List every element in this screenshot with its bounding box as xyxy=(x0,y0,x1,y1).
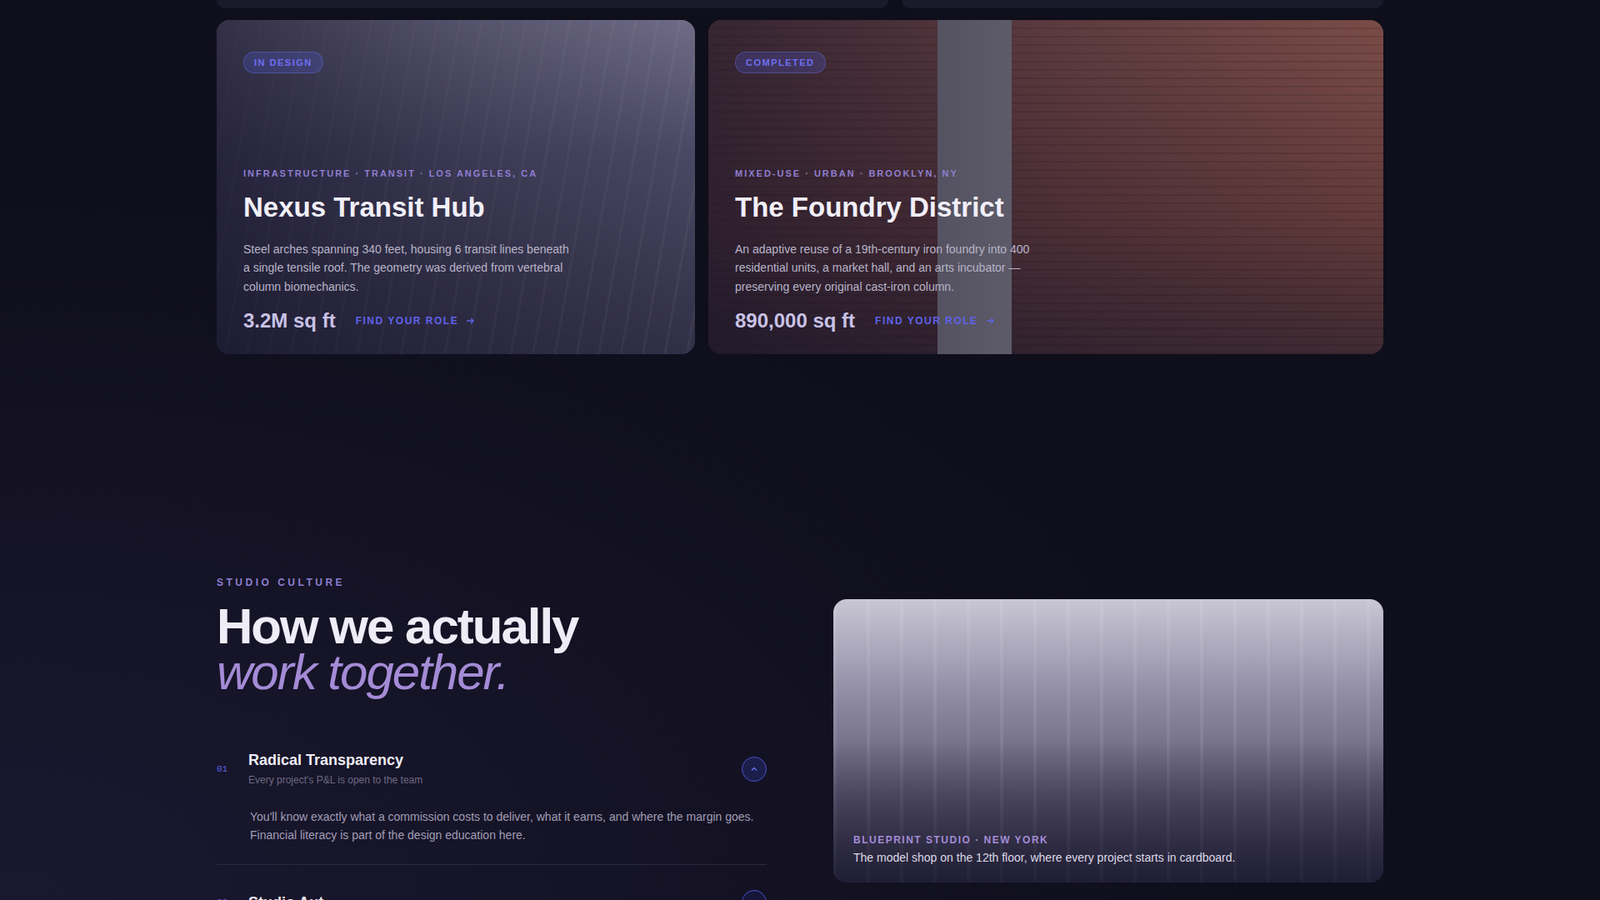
arrow-right-icon xyxy=(985,315,995,326)
previous-card xyxy=(216,0,889,9)
project-description: An adaptive reuse of a 19th-century iron… xyxy=(735,240,1069,297)
chevron-down-icon xyxy=(750,898,759,900)
previous-cards xyxy=(216,0,1384,9)
value-item: 01 Radical Transparency Every project's … xyxy=(216,751,767,865)
value-header[interactable]: 02 Studio Aut xyxy=(216,890,767,900)
project-area: 890,000 sq ft xyxy=(735,309,855,333)
find-role-link[interactable]: FIND YOUR ROLE xyxy=(875,315,995,327)
previous-card xyxy=(901,0,1384,9)
page: IN DESIGN INFRASTRUCTURE · TRANSIT · LOS… xyxy=(0,0,1600,900)
value-body: You'll know exactly what a commission co… xyxy=(250,807,767,845)
values-accordion: 01 Radical Transparency Every project's … xyxy=(216,751,767,900)
section-heading: How we actually work together. xyxy=(216,603,767,695)
project-title: The Foundry District xyxy=(735,191,1357,224)
value-number: 02 xyxy=(216,897,229,900)
section-eyebrow: STUDIO CULTURE xyxy=(216,576,767,589)
photo-caption: The model shop on the 12th floor, where … xyxy=(853,850,1364,865)
value-item: 02 Studio Aut xyxy=(216,865,767,900)
project-title: Nexus Transit Hub xyxy=(243,191,669,224)
project-category: INFRASTRUCTURE · TRANSIT · LOS ANGELES, … xyxy=(243,168,669,179)
value-number: 01 xyxy=(216,764,229,775)
value-subtitle: Every project's P&L is open to the team xyxy=(248,774,722,786)
project-card[interactable]: IN DESIGN INFRASTRUCTURE · TRANSIT · LOS… xyxy=(216,20,695,355)
project-area: 3.2M sq ft xyxy=(243,309,336,333)
chevron-up-icon xyxy=(750,765,759,774)
project-card[interactable]: COMPLETED MIXED-USE · URBAN · BROOKLYN, … xyxy=(708,20,1384,355)
arrow-right-icon xyxy=(465,315,475,326)
toggle-button[interactable] xyxy=(741,756,767,782)
studio-photo: BLUEPRINT STUDIO · NEW YORK The model sh… xyxy=(833,599,1384,883)
project-description: Steel arches spanning 340 feet, housing … xyxy=(243,240,577,297)
status-badge: IN DESIGN xyxy=(243,51,324,74)
project-category: MIXED-USE · URBAN · BROOKLYN, NY xyxy=(735,168,1357,179)
toggle-button[interactable] xyxy=(741,890,767,900)
value-title: Radical Transparency xyxy=(248,751,722,770)
value-title: Studio Aut xyxy=(248,894,722,900)
project-grid: IN DESIGN INFRASTRUCTURE · TRANSIT · LOS… xyxy=(216,20,1384,355)
value-header[interactable]: 01 Radical Transparency Every project's … xyxy=(216,751,767,786)
find-role-link[interactable]: FIND YOUR ROLE xyxy=(355,315,475,327)
studio-culture-section: STUDIO CULTURE How we actually work toge… xyxy=(216,576,1384,900)
status-badge: COMPLETED xyxy=(735,51,826,74)
photo-label: BLUEPRINT STUDIO · NEW YORK xyxy=(853,834,1364,846)
